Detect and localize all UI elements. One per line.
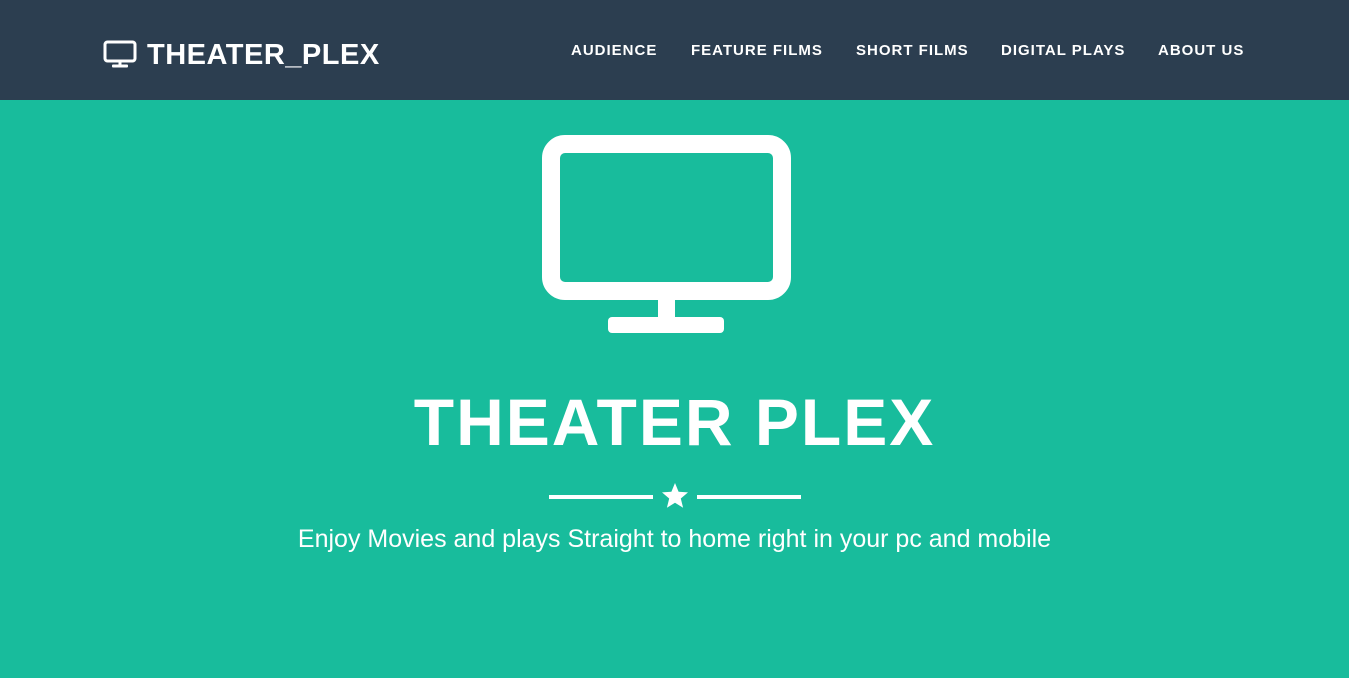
- nav-audience[interactable]: AUDIENCE: [571, 40, 657, 62]
- nav-digital-plays[interactable]: DIGITAL PLAYS: [1001, 40, 1125, 62]
- star-icon: [662, 483, 688, 508]
- divider-line-left: [549, 495, 653, 499]
- hero-section: THEATER PLEX Enjoy Movies and plays Stra…: [0, 100, 1349, 678]
- nav-short-films[interactable]: SHORT FILMS: [856, 40, 969, 62]
- nav-about-us[interactable]: ABOUT US: [1158, 40, 1244, 62]
- star-divider: [549, 481, 801, 511]
- main-nav: AUDIENCE FEATURE FILMS SHORT FILMS DIGIT…: [0, 40, 1349, 62]
- navbar: THEATER_PLEX AUDIENCE FEATURE FILMS SHOR…: [0, 0, 1349, 100]
- hero-subtitle: Enjoy Movies and plays Straight to home …: [297, 525, 1052, 553]
- nav-feature-films[interactable]: FEATURE FILMS: [691, 40, 823, 62]
- hero-title: THEATER PLEX: [413, 385, 936, 459]
- monitor-icon: [542, 135, 791, 333]
- divider-line-right: [697, 495, 801, 499]
